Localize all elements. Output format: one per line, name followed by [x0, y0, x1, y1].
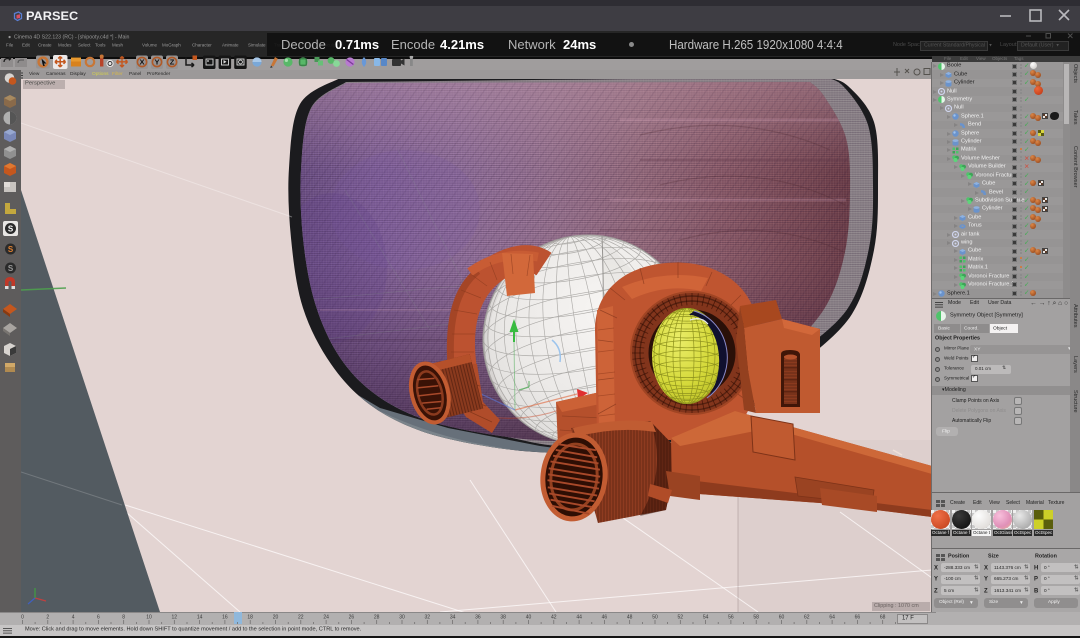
svg-text:6: 6 [97, 615, 100, 621]
svg-text:18: 18 [247, 615, 253, 621]
svg-text:52: 52 [678, 615, 684, 621]
svg-text:26: 26 [349, 615, 355, 621]
svg-text:Y: Y [154, 58, 159, 67]
svg-text:48: 48 [627, 615, 633, 621]
svg-text:56: 56 [728, 615, 734, 621]
svg-text:2: 2 [46, 615, 49, 621]
svg-text:44: 44 [576, 615, 582, 621]
svg-text:38: 38 [500, 615, 506, 621]
svg-text:60: 60 [779, 615, 785, 621]
svg-text:0: 0 [21, 615, 24, 621]
svg-text:Z: Z [170, 58, 175, 67]
svg-text:50: 50 [652, 615, 658, 621]
svg-text:10: 10 [146, 615, 152, 621]
svg-text:36: 36 [475, 615, 481, 621]
svg-text:12: 12 [172, 615, 178, 621]
svg-text:4: 4 [72, 615, 75, 621]
svg-text:28: 28 [374, 615, 380, 621]
svg-text:58: 58 [753, 615, 759, 621]
svg-text:32: 32 [425, 615, 431, 621]
svg-text:S: S [8, 264, 14, 273]
svg-text:22: 22 [298, 615, 304, 621]
svg-text:34: 34 [450, 615, 456, 621]
svg-text:16: 16 [222, 615, 228, 621]
svg-text:64: 64 [829, 615, 835, 621]
svg-text:62: 62 [804, 615, 810, 621]
svg-text:30: 30 [399, 615, 405, 621]
svg-text:X: X [139, 58, 144, 67]
svg-text:S: S [8, 225, 14, 234]
svg-text:68: 68 [880, 615, 886, 621]
svg-text:42: 42 [551, 615, 557, 621]
svg-text:S: S [8, 245, 14, 254]
svg-text:46: 46 [602, 615, 608, 621]
svg-text:54: 54 [703, 615, 709, 621]
svg-text:40: 40 [526, 615, 532, 621]
svg-text:66: 66 [855, 615, 861, 621]
svg-text:14: 14 [197, 615, 203, 621]
svg-text:24: 24 [323, 615, 329, 621]
svg-text:8: 8 [122, 615, 125, 621]
svg-text:20: 20 [273, 615, 279, 621]
